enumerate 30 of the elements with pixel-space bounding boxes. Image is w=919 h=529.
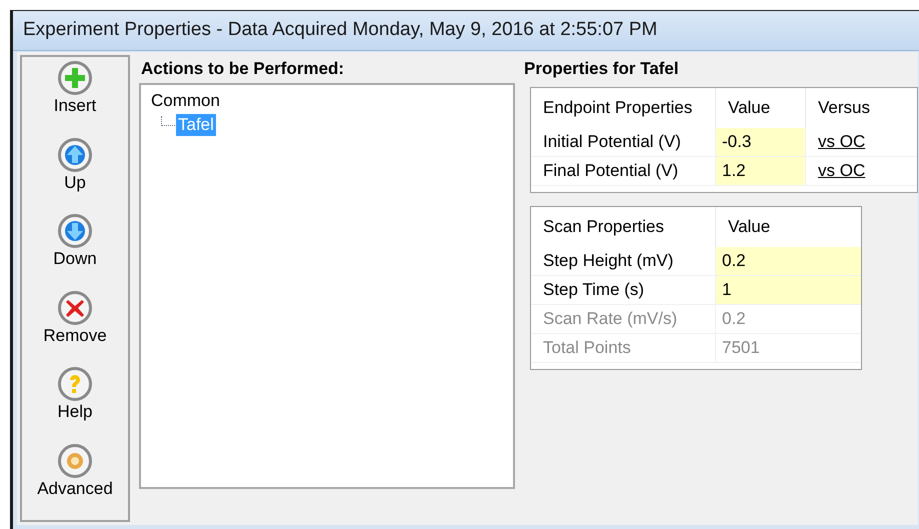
column-header: Versus xyxy=(805,88,917,128)
toolbar-button[interactable]: Insert xyxy=(54,61,96,138)
value-cell[interactable]: 0.2 xyxy=(715,247,861,276)
value-cell[interactable]: -0.3 xyxy=(715,128,805,157)
toolbar-button[interactable]: Remove xyxy=(43,290,107,367)
properties-heading: Properties for Tafel xyxy=(524,58,680,80)
remove-icon xyxy=(58,290,92,324)
actions-heading: Actions to be Performed: xyxy=(140,58,346,80)
table-cell: Scan Rate (mV/s) xyxy=(531,305,715,334)
tree-connector xyxy=(161,116,175,126)
toolbar-button[interactable]: Up xyxy=(58,138,92,214)
advanced-icon xyxy=(58,444,92,478)
down-icon xyxy=(58,214,92,248)
up-icon xyxy=(58,138,92,172)
value-cell[interactable]: 1.2 xyxy=(715,157,805,186)
toolbar-button[interactable]: Down xyxy=(53,214,97,290)
versus-link[interactable]: vs OC xyxy=(805,157,917,186)
versus-link[interactable]: vs OC xyxy=(805,128,917,157)
value-cell: 0.2 xyxy=(715,305,861,334)
insert-icon xyxy=(58,61,92,95)
column-header: Scan Properties xyxy=(542,216,665,238)
value-cell[interactable]: 1 xyxy=(715,276,861,305)
value-cell: 7501 xyxy=(715,334,861,363)
tree-item[interactable]: Common xyxy=(149,90,222,112)
help-icon xyxy=(58,367,92,401)
toolbar-button[interactable]: Help xyxy=(58,367,92,444)
window-title: Experiment Properties - Data Acquired Monday, May 9, 2016 at 2:55:07 PM xyxy=(13,11,919,51)
table-cell: Total Points xyxy=(531,334,715,363)
column-header: Endpoint Properties xyxy=(542,97,694,120)
toolbar-button[interactable]: Advanced xyxy=(37,444,113,520)
